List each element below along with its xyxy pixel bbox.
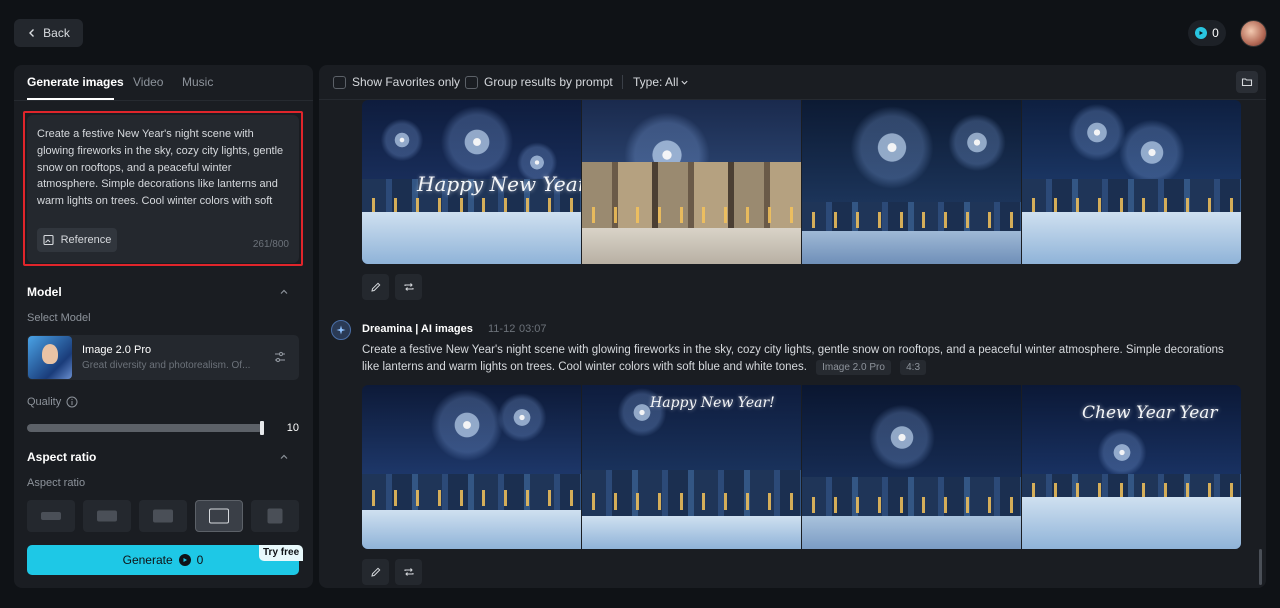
tab-generate-images[interactable]: Generate images [27,75,124,89]
generated-image[interactable] [1022,100,1241,264]
avatar[interactable] [1240,20,1267,47]
active-tab-indicator [27,98,114,100]
repeat-icon [404,568,413,576]
reference-button[interactable]: Reference [37,228,117,252]
tab-video[interactable]: Video [133,75,163,89]
folder-button[interactable] [1236,71,1258,93]
generate-cost: 0 [196,553,204,567]
generation-date: 11-12 [488,323,516,335]
ratio-4-3-icon [209,508,229,524]
generation-time: 03:07 [519,323,547,335]
ratio-3-2-icon [153,509,173,523]
prompt-input[interactable]: Create a festive New Year's night scene … [37,126,287,210]
divider [622,75,623,89]
back-button[interactable]: Back [14,19,83,47]
results-panel: Show Favorites only Group results by pro… [319,65,1266,588]
model-section-title: Model [27,285,62,299]
ratio-option-16-9[interactable] [83,500,131,532]
generated-image[interactable]: Chew Year Year [1022,385,1241,549]
generated-image[interactable] [802,385,1021,549]
ratio-21-9-icon [41,512,61,520]
ratio-option-21-9[interactable] [27,500,75,532]
model-name: Image 2.0 Pro [82,344,152,356]
ratio-option-1-1[interactable] [251,500,299,532]
folder-icon [1241,78,1253,87]
credits-value: 0 [1212,26,1219,40]
filter-bar: Show Favorites only Group results by pro… [319,65,1266,100]
author-name: Dreamina | AI images [362,323,473,335]
image-text: Chew Year Year [1082,403,1218,423]
edit-button[interactable] [362,559,389,585]
aspect-ratio-options [27,500,299,532]
image-text: Happy New Year [417,172,581,196]
aspect-ratio-label: Aspect ratio [27,477,86,489]
generate-label: Generate [122,553,173,567]
aspect-section-title: Aspect ratio [27,450,97,464]
generated-image[interactable] [582,100,801,264]
regenerate-button[interactable] [395,274,422,300]
repeat-icon [404,283,413,291]
reference-label: Reference [60,234,112,246]
ratio-16-9-icon [97,510,117,522]
quality-slider[interactable]: 10 [27,421,299,435]
select-model-label: Select Model [27,312,91,324]
char-counter: 261/800 [252,239,289,250]
chevron-down-icon[interactable] [680,78,689,87]
type-filter[interactable]: Type: All [633,75,678,89]
model-tag: Image 2.0 Pro [816,359,891,375]
pencil-icon [370,282,380,292]
slider-handle[interactable] [260,421,264,435]
dreamina-logo-icon [331,320,351,340]
generation-prompt: Create a festive New Year's night scene … [362,342,1242,375]
tab-music[interactable]: Music [182,75,213,89]
generated-image[interactable] [802,100,1021,264]
try-free-badge: Try free [259,545,304,561]
mode-tabs: Generate images Video Music [14,65,313,101]
favorites-label[interactable]: Show Favorites only [352,75,460,89]
slider-track[interactable] [27,424,263,432]
generated-image[interactable]: Happy New Year! [582,385,801,549]
generation-header: Dreamina | AI images 11-12 03:07 [331,320,1251,340]
regenerate-button[interactable] [395,559,422,585]
quality-value: 10 [286,422,299,434]
model-selector[interactable]: Image 2.0 Pro Great diversity and photor… [27,335,299,380]
prompt-box[interactable]: Create a festive New Year's night scene … [27,115,299,263]
edit-button[interactable] [362,274,389,300]
pencil-icon [370,567,380,577]
ratio-tag: 4:3 [900,359,927,375]
generate-panel: Generate images Video Music Create a fes… [14,65,313,588]
ratio-option-3-2[interactable] [139,500,187,532]
info-icon[interactable] [66,396,78,408]
image-add-icon [43,234,54,246]
ratio-option-4-3[interactable] [195,500,243,532]
credit-coin-icon [1195,27,1208,39]
image-text: Happy New Year! [650,395,775,411]
back-label: Back [43,26,70,40]
model-thumbnail [28,336,72,379]
chevron-left-icon [29,29,35,37]
favorites-checkbox[interactable] [333,76,346,89]
chevron-up-icon[interactable] [279,287,289,297]
image-row-1: Happy New Year [362,100,1241,264]
image-actions-2 [362,559,422,585]
generated-image[interactable] [362,385,581,549]
credits-badge[interactable]: 0 [1188,20,1226,46]
prompt-text: Create a festive New Year's night scene … [362,344,1224,373]
credit-coin-icon [178,554,191,566]
group-label[interactable]: Group results by prompt [484,75,613,89]
quality-label: Quality [27,396,62,408]
image-actions-1 [362,274,422,300]
group-checkbox[interactable] [465,76,478,89]
generated-image[interactable]: Happy New Year [362,100,581,264]
sliders-icon[interactable] [273,350,287,364]
ratio-1-1-icon [267,508,283,524]
image-row-2: Happy New Year! Chew Year Year [362,385,1241,549]
model-description: Great diversity and photorealism. Of... [82,360,251,371]
chevron-up-icon[interactable] [279,452,289,462]
scrollbar[interactable] [1259,549,1262,585]
